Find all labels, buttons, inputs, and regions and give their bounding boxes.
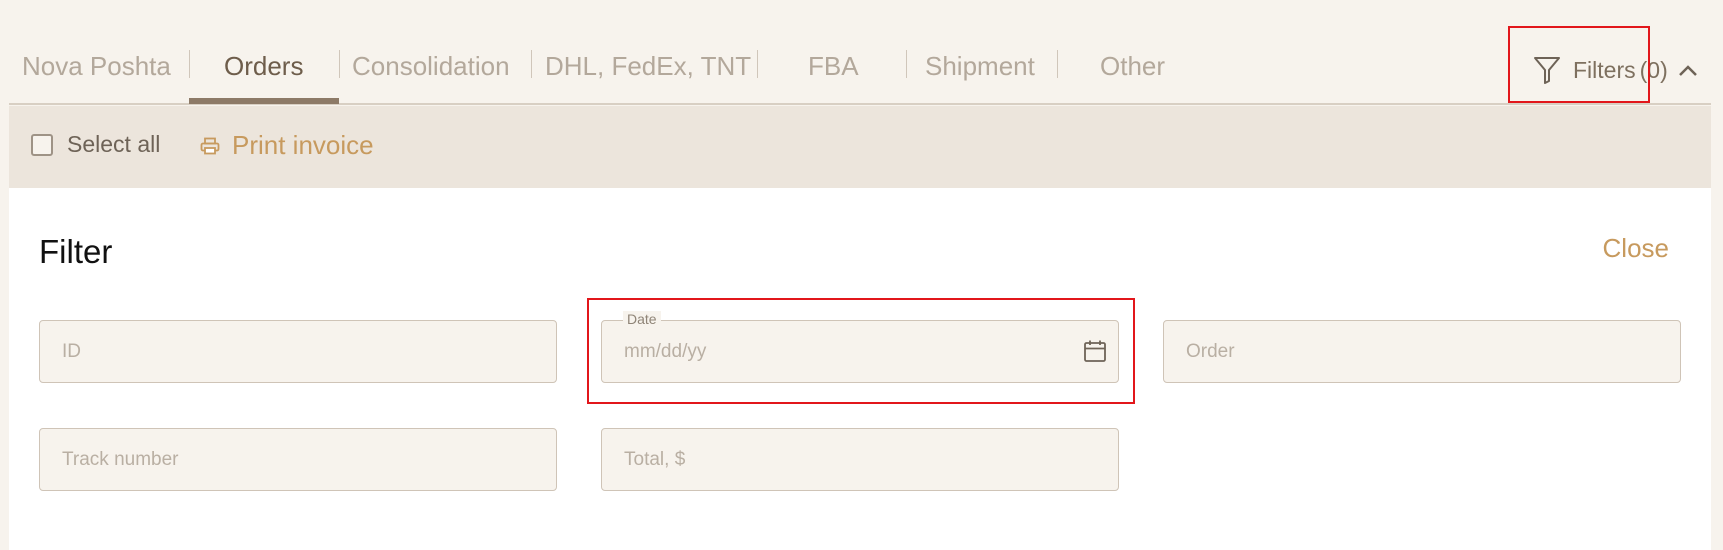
date-field: Date xyxy=(601,311,1119,383)
checkbox-box[interactable] xyxy=(31,133,53,156)
filters-label: Filters xyxy=(1573,56,1636,83)
track-number-input[interactable] xyxy=(39,428,557,491)
filters-count: (0) xyxy=(1639,56,1668,83)
printer-icon xyxy=(200,137,220,155)
tabs-bar: Nova Poshta Orders Consolidation DHL, Fe… xyxy=(9,0,1711,105)
tab-separator xyxy=(339,50,340,78)
tab-dhl-fedex-tnt[interactable]: DHL, FedEx, TNT xyxy=(545,46,751,86)
tab-consolidation[interactable]: Consolidation xyxy=(352,46,510,86)
active-tab-indicator xyxy=(189,98,339,104)
tab-separator xyxy=(189,50,190,78)
date-field-label: Date xyxy=(623,311,661,327)
chevron-up-icon xyxy=(1678,63,1698,77)
close-button[interactable]: Close xyxy=(1603,233,1669,264)
print-invoice-button[interactable]: Print invoice xyxy=(200,130,374,161)
id-input[interactable] xyxy=(39,320,557,383)
tab-shipment[interactable]: Shipment xyxy=(925,46,1035,86)
filter-title: Filter xyxy=(39,233,113,270)
calendar-icon[interactable] xyxy=(1083,339,1107,363)
tab-orders[interactable]: Orders xyxy=(224,46,303,86)
total-input[interactable] xyxy=(601,428,1119,491)
date-input[interactable] xyxy=(601,320,1119,383)
filter-funnel-icon xyxy=(1533,55,1561,85)
tab-separator xyxy=(757,50,758,78)
tab-separator xyxy=(906,50,907,78)
select-all-checkbox[interactable]: Select all xyxy=(31,131,160,158)
print-invoice-label: Print invoice xyxy=(232,130,374,160)
order-input[interactable] xyxy=(1163,320,1681,383)
action-toolbar: Select all Print invoice xyxy=(9,106,1711,188)
tab-separator xyxy=(531,50,532,78)
tab-other[interactable]: Other xyxy=(1100,46,1165,86)
filters-toggle-button[interactable]: Filters (0) xyxy=(1533,52,1698,88)
tab-nova-poshta[interactable]: Nova Poshta xyxy=(22,46,171,86)
filter-panel: Filter Close Date xyxy=(9,188,1711,550)
tab-separator xyxy=(1057,50,1058,78)
select-all-label: Select all xyxy=(67,131,161,157)
tab-fba[interactable]: FBA xyxy=(808,46,859,86)
